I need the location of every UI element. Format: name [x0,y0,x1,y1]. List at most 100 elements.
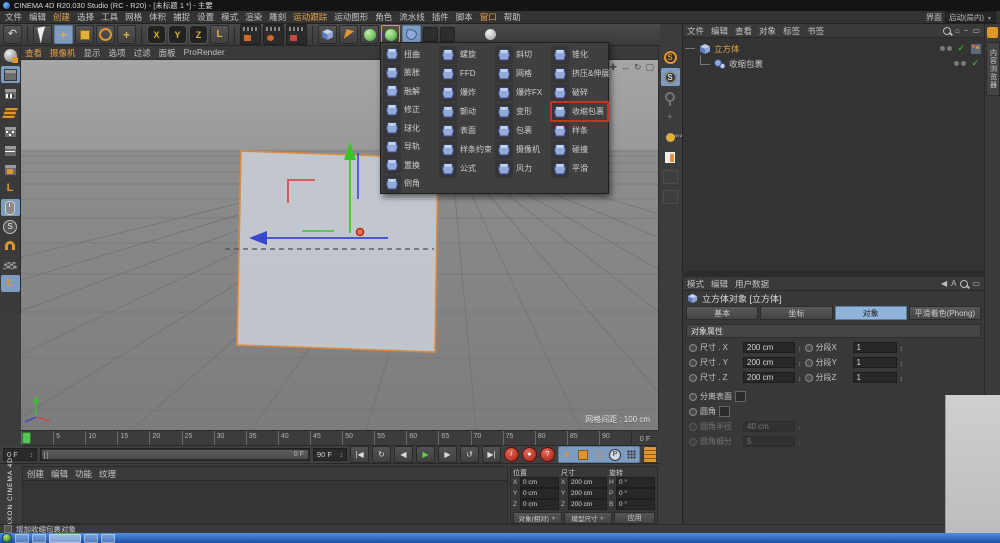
spinner-icon[interactable] [798,373,802,383]
timeline-tick[interactable]: 90 [599,431,631,445]
key-dot-icon[interactable] [689,408,697,416]
attribute-tab[interactable]: 坐标 [760,306,832,320]
title-bar[interactable]: CINEMA 4D R20.030 Studio (RC - R20) - [未… [0,0,1000,11]
menu-item[interactable]: 编辑 [29,11,46,23]
attribute-tab[interactable]: 对象 [835,306,907,320]
end-frame-field[interactable]: 90 F [313,448,347,461]
next-frame-button[interactable]: ▶ [438,446,457,463]
record-position-button[interactable]: + [560,448,574,461]
key-dot-icon[interactable] [805,374,813,382]
timeline-tick[interactable]: 50 [342,431,374,445]
menu-item[interactable]: ProRender [184,47,225,59]
deformer-menu-item[interactable]: 包裹 [495,121,551,140]
menu-item[interactable]: 标签 [783,25,800,37]
enabled-check-icon[interactable]: ✓ [957,43,965,54]
chart-button[interactable] [661,148,680,166]
live-selection-button[interactable] [33,25,52,44]
add-generator-button[interactable] [360,25,379,44]
record-parameter-button[interactable]: P [608,448,622,461]
coordinate-field[interactable]: 0 cm [520,499,559,510]
menu-item[interactable]: 显示 [84,47,101,59]
timeline-tick[interactable]: 40 [278,431,310,445]
window-icon[interactable]: ▭ [972,279,980,288]
content-browser-tab[interactable]: 内容浏览器 [986,42,1000,96]
deformer-menu-item[interactable]: 锥化 [551,45,608,64]
apply-button[interactable]: 应用 [614,512,655,524]
deformer-menu-item[interactable]: 膨胀 [383,64,439,83]
value-field[interactable]: 1 [853,342,897,353]
deformer-menu-item[interactable]: 风力 [495,159,551,178]
dock-icon[interactable] [987,27,998,38]
deformer-menu-item[interactable]: 碰撞 [551,140,608,159]
points-mode-button[interactable] [1,123,20,140]
lock-z-button[interactable]: Z [189,25,208,44]
menu-item[interactable]: 体积 [149,11,166,23]
taskbar-item[interactable] [84,534,98,543]
value-field[interactable]: 200 cm [743,342,795,353]
menu-item[interactable]: 选择 [77,11,94,23]
menu-item[interactable]: 脚本 [456,11,473,23]
rotate-tool-button[interactable] [96,25,115,44]
dock-extra-button[interactable] [661,168,680,186]
taskbar-item-active[interactable] [49,534,81,543]
deformer-menu-item[interactable]: 收缩包裹 [551,102,608,121]
menu-item[interactable]: 纹理 [99,468,116,480]
viewport-solo-off-button[interactable]: S [661,48,680,66]
previous-frame-button[interactable]: ◀ [394,446,413,463]
goto-start-button[interactable]: |◀ [350,446,369,463]
spinner-icon[interactable] [900,343,904,353]
lock-x-button[interactable]: X [147,25,166,44]
soft-selection-button[interactable]: S [1,218,20,235]
keyframe-selection-icon[interactable] [643,446,657,463]
pan-view-icon[interactable]: ✚ [609,62,617,73]
timeline-tick[interactable]: 70 [471,431,503,445]
menu-item[interactable]: 编辑 [711,25,728,37]
menu-item[interactable]: 模式 [221,11,238,23]
taskbar-item[interactable] [101,534,115,543]
last-tool-button[interactable]: + [117,25,136,44]
keyframe-selection-button[interactable]: ? [540,447,555,462]
menu-item[interactable]: 文件 [5,11,22,23]
coordinate-field[interactable]: 0 ° [616,488,655,499]
deformer-menu-item[interactable]: 倒角 [383,175,439,194]
deformer-menu-item[interactable]: FFD [439,64,495,83]
key-dot-icon[interactable] [689,393,697,401]
viewport-solo-single-button[interactable]: S [661,68,680,86]
dock-extra-button[interactable] [661,188,680,206]
playhead[interactable] [22,432,31,444]
toggle-view-icon[interactable]: ▢ [645,62,654,73]
key-dot-icon[interactable] [805,344,813,352]
search-icon[interactable] [943,27,951,35]
menu-item[interactable]: 流水线 [399,11,425,23]
move-tool-button[interactable]: + [54,25,73,44]
value-field[interactable]: 1 [853,357,897,368]
deformer-menu-item[interactable]: 样条 [551,121,608,140]
scale-tool-button[interactable] [75,25,94,44]
coordinate-field[interactable]: 0 ° [616,477,655,488]
timeline-tick[interactable]: 45 [310,431,342,445]
coordinate-field[interactable]: 0 cm [520,488,559,499]
attribute-tab[interactable]: 基本 [686,306,758,320]
taskbar-item[interactable] [32,534,46,543]
coordinate-field[interactable]: 0 cm [520,477,559,488]
palette-extra-icon[interactable] [440,27,455,42]
menu-item[interactable]: 运动图形 [334,11,368,23]
deformer-menu-item[interactable]: 修正 [383,101,439,120]
menu-item[interactable]: 面板 [159,47,176,59]
size-mode-dropdown[interactable]: 模型尺寸 [564,512,613,524]
render-settings-button[interactable] [286,24,307,45]
object-row-cube[interactable]: 立方体 ✓ [685,41,982,56]
menu-item[interactable]: 过滤 [134,47,151,59]
add-primitive-button[interactable] [318,25,337,44]
model-mode-button[interactable] [1,66,20,83]
window-icon[interactable]: ▭ [972,26,980,35]
menu-item[interactable]: 功能 [75,468,92,480]
section-header[interactable]: 对象属性 [686,324,981,338]
render-view-button[interactable] [240,24,261,45]
spinner-icon[interactable] [798,358,802,368]
coordinate-field[interactable]: 200 cm [568,477,607,488]
undo-button[interactable]: ↶ [3,25,22,44]
deformer-menu-item[interactable]: 网格 [495,64,551,83]
make-editable-button[interactable] [1,47,20,64]
home-icon[interactable]: ⌂ [955,26,960,35]
